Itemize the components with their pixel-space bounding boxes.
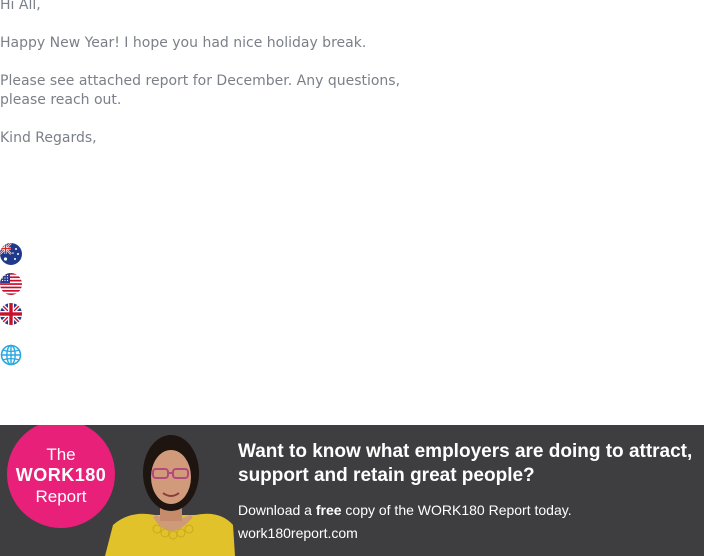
badge-line-1: The — [46, 445, 76, 464]
woman-photo — [105, 435, 235, 556]
banner-subline: Download a free copy of the WORK180 Repo… — [238, 502, 572, 518]
email-body: Hi All, Happy New Year! I hope you had n… — [0, 0, 440, 167]
globe-icon[interactable] — [0, 344, 22, 366]
badge-line-3: Report — [35, 487, 87, 506]
sign-off: Kind Regards, — [0, 130, 97, 146]
usa-flag-icon[interactable] — [0, 273, 22, 295]
banner-url[interactable]: work180report.com — [238, 525, 358, 541]
australia-flag-icon[interactable] — [0, 243, 22, 265]
work180-report-banner[interactable]: The WORK180 Report Want to know what emp… — [0, 425, 704, 556]
greeting: Hi All, — [0, 0, 41, 13]
banner-headline: Want to know what employers are doing to… — [238, 441, 693, 486]
badge-text: The WORK180 Report — [7, 444, 115, 507]
body-line-2: Please see attached report for December.… — [0, 73, 401, 108]
uk-flag-icon[interactable] — [0, 303, 22, 325]
badge-line-2: WORK180 — [15, 465, 107, 485]
body-line-1: Happy New Year! I hope you had nice holi… — [0, 35, 367, 51]
